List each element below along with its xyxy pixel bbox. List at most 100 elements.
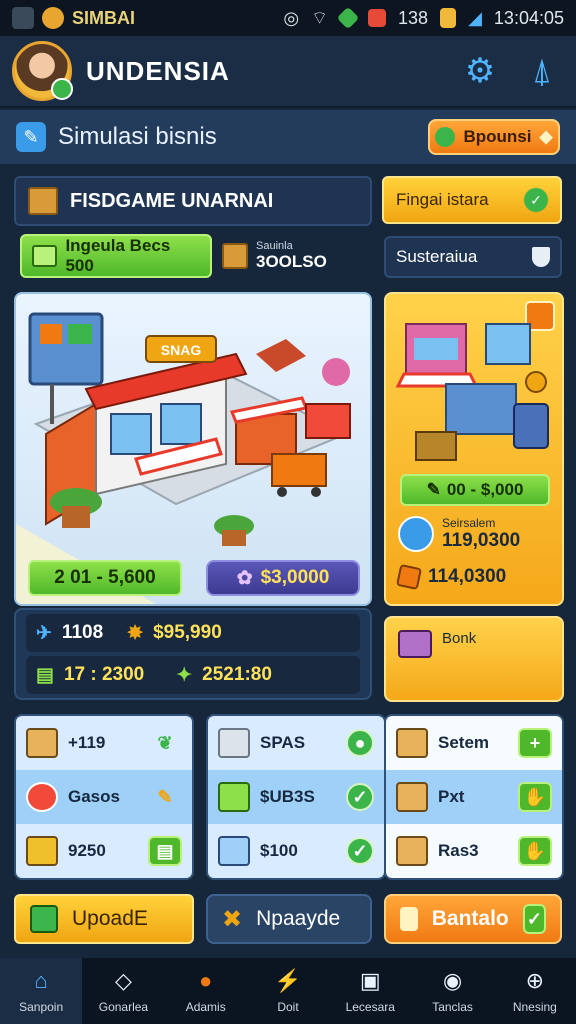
check-icon: ✓ <box>524 188 548 212</box>
truck-icon <box>398 630 432 658</box>
nav-item-home[interactable]: ⌂ Sanpoin <box>0 958 83 1024</box>
nav-label: Doit <box>277 1000 299 1014</box>
register-icon <box>218 836 250 866</box>
coins-small-label: Sauinla <box>256 240 293 252</box>
stall-row-b: 114,0300 <box>395 563 506 591</box>
business-chart-icon: ✎ <box>16 122 46 152</box>
trophy-icon: ✿ <box>236 567 253 589</box>
crate-icon <box>396 728 428 758</box>
bonus-button[interactable]: Bpounsi ◆ <box>428 119 560 155</box>
title-bar: ✎ Simulasi bisnis Bpounsi ◆ <box>0 110 576 164</box>
bantalo-button-label: Bantalo <box>431 907 509 930</box>
inventory-row[interactable]: $100 ✓ <box>208 824 384 878</box>
hand-icon[interactable]: ✋ <box>518 782 552 812</box>
inventory-label: Gasos <box>68 787 120 806</box>
ball-icon <box>26 782 58 812</box>
buy-button[interactable]: ▤ <box>148 836 182 866</box>
inventory-row[interactable]: Pxt ✋ <box>386 770 562 824</box>
add-icon[interactable]: + <box>518 728 552 758</box>
player-avatar[interactable] <box>12 41 73 101</box>
status-counter: 138 <box>398 7 429 28</box>
page-title: Simulasi bisnis <box>58 123 217 150</box>
upgrade-button[interactable]: UpoadE <box>14 894 194 944</box>
small-house-roof <box>256 339 306 372</box>
inventory-row[interactable]: Gasos ✎ <box>16 770 192 824</box>
upgrade-button-label: UpoadE <box>72 907 148 930</box>
store-name: FISDGAME UNARNAI <box>70 189 274 212</box>
inventory-label: $UB3S <box>260 787 315 806</box>
shop-window-b <box>160 403 202 445</box>
inventory-label: SPAS <box>260 733 306 752</box>
cash-register-icon: ▤ <box>36 664 54 686</box>
inventory-row[interactable]: SPAS ● <box>208 716 384 770</box>
app-icon <box>42 7 64 29</box>
signal-icon: ◢ <box>468 7 482 28</box>
plant-pot-base <box>62 506 90 528</box>
inventory-row[interactable]: 9250 ▤ <box>16 824 192 878</box>
billboard-panel-b <box>68 324 92 344</box>
nav-item-general[interactable]: ◇ Gonarlea <box>82 958 164 1024</box>
stall-counter <box>445 383 517 435</box>
header: UNDENSIA ⚙ ⍋ <box>0 36 576 108</box>
inventory-row[interactable]: Setem + <box>386 716 562 770</box>
shop-price-a: 2 01 - 5,600 <box>54 567 156 588</box>
online-badge <box>51 78 73 100</box>
crosshair-icon: ⊕ <box>525 968 545 993</box>
upgrade-secondary-button[interactable]: ✖ Npaayde <box>206 894 372 944</box>
leaf-icon: ❦ <box>157 732 173 753</box>
billboard-pole <box>50 384 54 424</box>
status-bar: SIMBAI ◎ ⌔ 138 ◢ 13:04:05 <box>0 0 576 36</box>
wrench-icon: ✎ <box>426 480 441 499</box>
nav-label: Nnesing <box>512 1000 557 1014</box>
notification-bell-icon[interactable]: ⍋ <box>520 49 564 93</box>
stall-sign <box>485 323 531 365</box>
tag-icon: ✎ <box>157 786 173 807</box>
stat-line1-a: 1108 <box>61 622 104 643</box>
nav-item-lecesara[interactable]: ▣ Lecesara <box>329 958 411 1024</box>
inventory-label: +119 <box>68 733 106 752</box>
tools-cross-icon: ✖ <box>222 905 243 933</box>
billboard-panel-a <box>40 324 62 344</box>
chat-icon[interactable]: ● <box>346 729 374 757</box>
confirm-check-icon[interactable]: ✓ <box>346 783 374 811</box>
inventory-label: Setem <box>438 733 490 752</box>
cash-stack-icon <box>218 782 250 812</box>
settings-gear-icon[interactable]: ⚙ <box>458 49 502 93</box>
sustain-label: Susteraiua <box>396 247 478 266</box>
nav-label: Sanpoin <box>19 1000 64 1014</box>
player-name: UNDENSIA <box>86 55 230 86</box>
price-button[interactable]: Ingeula Becs 500 <box>20 234 212 278</box>
shop-card[interactable]: SNAG <box>14 292 372 606</box>
home-icon: ⌂ <box>34 968 48 993</box>
stall-card[interactable] <box>384 292 564 606</box>
blueprint-icon <box>30 905 58 933</box>
nav-item-doit[interactable]: ⚡ Doit <box>247 958 329 1024</box>
inventory-row[interactable]: Ras3 ✋ <box>386 824 562 878</box>
inventory-row[interactable]: +119 ❦ <box>16 716 192 770</box>
store-status-button[interactable]: Fingai istara ✓ <box>382 176 562 224</box>
nav-item-tanclas[interactable]: ◉ Tanclas <box>411 958 493 1024</box>
back-icon[interactable] <box>12 7 34 29</box>
inventory-row[interactable]: $UB3S ✓ <box>208 770 384 824</box>
nav-label: Adamis <box>185 1000 226 1014</box>
bantalo-button[interactable]: Bantalo ✓ <box>384 894 562 944</box>
inventory-label: Ras3 <box>438 841 479 860</box>
shop-price-button-b[interactable]: ✿ $3,0000 <box>206 560 360 596</box>
confirm-icon: ✓ <box>522 904 546 934</box>
coins-value: 3OOLSO <box>256 252 327 271</box>
sustain-bar[interactable]: Susteraiua <box>384 236 562 278</box>
stat-line-1: ✈ 1108 ✸ $95,990 <box>26 614 360 652</box>
hand-icon[interactable]: ✋ <box>518 836 552 866</box>
nav-item-admin[interactable]: ● Adamis <box>165 958 247 1024</box>
bank-label: Bonk <box>442 630 477 647</box>
stat-line2-a: 17 : 2300 <box>63 664 145 685</box>
confirm-check-icon[interactable]: ✓ <box>346 837 374 865</box>
stall-value-a: 119,0300 <box>442 530 521 551</box>
wifi-icon: ⌔ <box>311 7 329 28</box>
bank-card[interactable]: Bonk <box>384 616 564 702</box>
nav-item-nnesing[interactable]: ⊕ Nnesing <box>494 958 576 1024</box>
stall-price-button[interactable]: ✎ 00 - $,000 <box>400 474 550 506</box>
record-icon: ◎ <box>283 7 300 28</box>
shop-price-button-a[interactable]: 2 01 - 5,600 <box>28 560 182 596</box>
status-app-label: SIMBAI <box>72 7 135 28</box>
